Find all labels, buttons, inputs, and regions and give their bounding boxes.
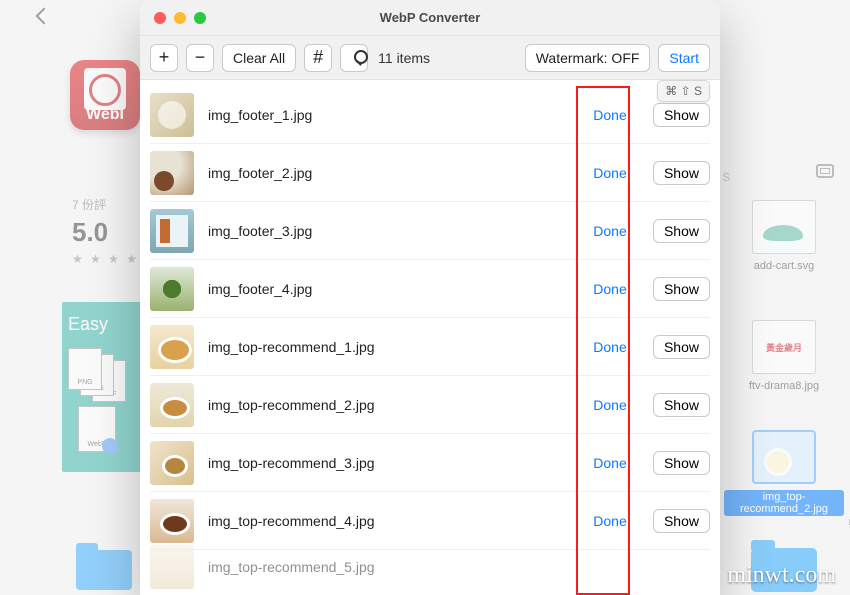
easy-panel: Easy TIFF JPG PNG WebP	[62, 302, 142, 472]
file-name: img_top-recommend_2.jpg	[208, 397, 571, 413]
show-button[interactable]: Show	[653, 451, 710, 475]
status-badge: Done!	[585, 223, 639, 239]
thumbnail-icon	[150, 545, 194, 589]
file-name: img_footer_4.jpg	[208, 281, 571, 297]
search-icon	[346, 50, 362, 66]
rating-stars: ★ ★ ★ ★	[72, 252, 139, 266]
list-item[interactable]: img_top-recommend_1.jpg Done! Show	[150, 318, 710, 376]
add-button[interactable]: +	[150, 44, 178, 72]
close-icon[interactable]	[154, 12, 166, 24]
file-name: img_top-recommend_4.jpg	[208, 513, 571, 529]
show-button[interactable]: Show	[653, 103, 710, 127]
toolbar: + − Clear All # 11 items Watermark: OFF …	[140, 36, 720, 80]
titlebar: WebP Converter	[140, 0, 720, 36]
file-name: img_footer_1.jpg	[208, 107, 571, 123]
finder-item-label: add-cart.svg	[724, 260, 844, 272]
rating-score: 5.0	[72, 217, 139, 248]
remove-button[interactable]: −	[186, 44, 214, 72]
thumbnail-icon	[150, 209, 194, 253]
file-name: img_footer_2.jpg	[208, 165, 571, 181]
site-watermark: minwt.com	[727, 562, 836, 589]
shortcut-badge: ⌘ ⇧ S	[657, 80, 710, 102]
file-webp-icon: WebP	[78, 406, 116, 452]
finder-item-selected[interactable]: img_top-recommend_2.jpg	[724, 430, 844, 516]
list-item[interactable]: img_top-recommend_2.jpg Done! Show	[150, 376, 710, 434]
back-icon[interactable]	[36, 8, 53, 25]
file-name: img_top-recommend_3.jpg	[208, 455, 571, 471]
app-window: WebP Converter + − Clear All # 11 items …	[140, 0, 720, 595]
item-count: 11 items	[378, 50, 430, 66]
show-button[interactable]: Show	[653, 219, 710, 243]
app-store-icon: WebI	[70, 60, 140, 130]
show-button[interactable]: Show	[653, 509, 710, 533]
thumbnail-icon	[150, 441, 194, 485]
thumbnail-icon	[150, 499, 194, 543]
thumbnail-icon: 黃金歲月	[752, 320, 816, 374]
easy-label: Easy	[68, 314, 108, 334]
thumbnail-icon	[150, 151, 194, 195]
folder-icon[interactable]	[76, 550, 132, 590]
watermark-button[interactable]: Watermark: OFF	[525, 44, 651, 72]
show-button[interactable]: Show	[653, 277, 710, 301]
thumbnail-icon	[150, 267, 194, 311]
finder-item[interactable]: add-cart.svg	[724, 200, 844, 272]
list-item[interactable]: img_footer_3.jpg Done! Show	[150, 202, 710, 260]
clear-all-button[interactable]: Clear All	[222, 44, 296, 72]
start-button[interactable]: Start	[658, 44, 710, 72]
status-badge: Done!	[585, 339, 639, 355]
window-title: WebP Converter	[140, 10, 720, 25]
status-badge: Done!	[585, 165, 639, 181]
show-button[interactable]: Show	[653, 161, 710, 185]
thumbnail-icon	[752, 200, 816, 254]
rating-caption: 7 份評	[72, 196, 139, 213]
grid-view-icon[interactable]	[816, 164, 834, 178]
list-item[interactable]: img_footer_4.jpg Done! Show	[150, 260, 710, 318]
thumbnail-icon	[150, 93, 194, 137]
file-png-icon: PNG	[68, 348, 102, 390]
finder-column: s add-cart.svg ca 黃金歲月 ftv-drama8.jpg f …	[718, 0, 850, 595]
traffic-lights	[140, 12, 206, 24]
list-item[interactable]: img_footer_1.jpg Done! Show	[150, 86, 710, 144]
list-item[interactable]: img_top-recommend_5.jpgDone!Show	[150, 550, 710, 584]
status-badge: Done!	[585, 513, 639, 529]
finder-item-label: img_top-recommend_2.jpg	[724, 490, 844, 516]
status-badge: Done!	[585, 281, 639, 297]
hash-button[interactable]: #	[304, 44, 332, 72]
finder-item-label: ftv-drama8.jpg	[724, 380, 844, 392]
show-button[interactable]: Show	[653, 393, 710, 417]
thumbnail-icon	[752, 430, 816, 484]
status-badge: Done!	[585, 455, 639, 471]
file-list: img_footer_1.jpgDone!Showimg_footer_2.jp…	[140, 80, 720, 595]
thumbnail-icon	[150, 325, 194, 369]
rating-block: 7 份評 5.0 ★ ★ ★ ★	[72, 196, 139, 266]
file-name: img_top-recommend_5.jpg	[208, 559, 571, 575]
list-item[interactable]: img_footer_2.jpg Done! Show	[150, 144, 710, 202]
file-name: img_footer_3.jpg	[208, 223, 571, 239]
list-item[interactable]: img_top-recommend_3.jpg Done! Show	[150, 434, 710, 492]
status-badge: Done!	[585, 397, 639, 413]
maximize-icon[interactable]	[194, 12, 206, 24]
list-item[interactable]: img_top-recommend_4.jpg Done! Show	[150, 492, 710, 550]
show-button[interactable]: Show	[653, 335, 710, 359]
minimize-icon[interactable]	[174, 12, 186, 24]
thumbnail-icon	[150, 383, 194, 427]
finder-item[interactable]: 黃金歲月 ftv-drama8.jpg	[724, 320, 844, 392]
search-button[interactable]	[340, 44, 368, 72]
status-badge: Done!	[585, 107, 639, 123]
finder-divider-char: s	[723, 168, 731, 185]
file-name: img_top-recommend_1.jpg	[208, 339, 571, 355]
